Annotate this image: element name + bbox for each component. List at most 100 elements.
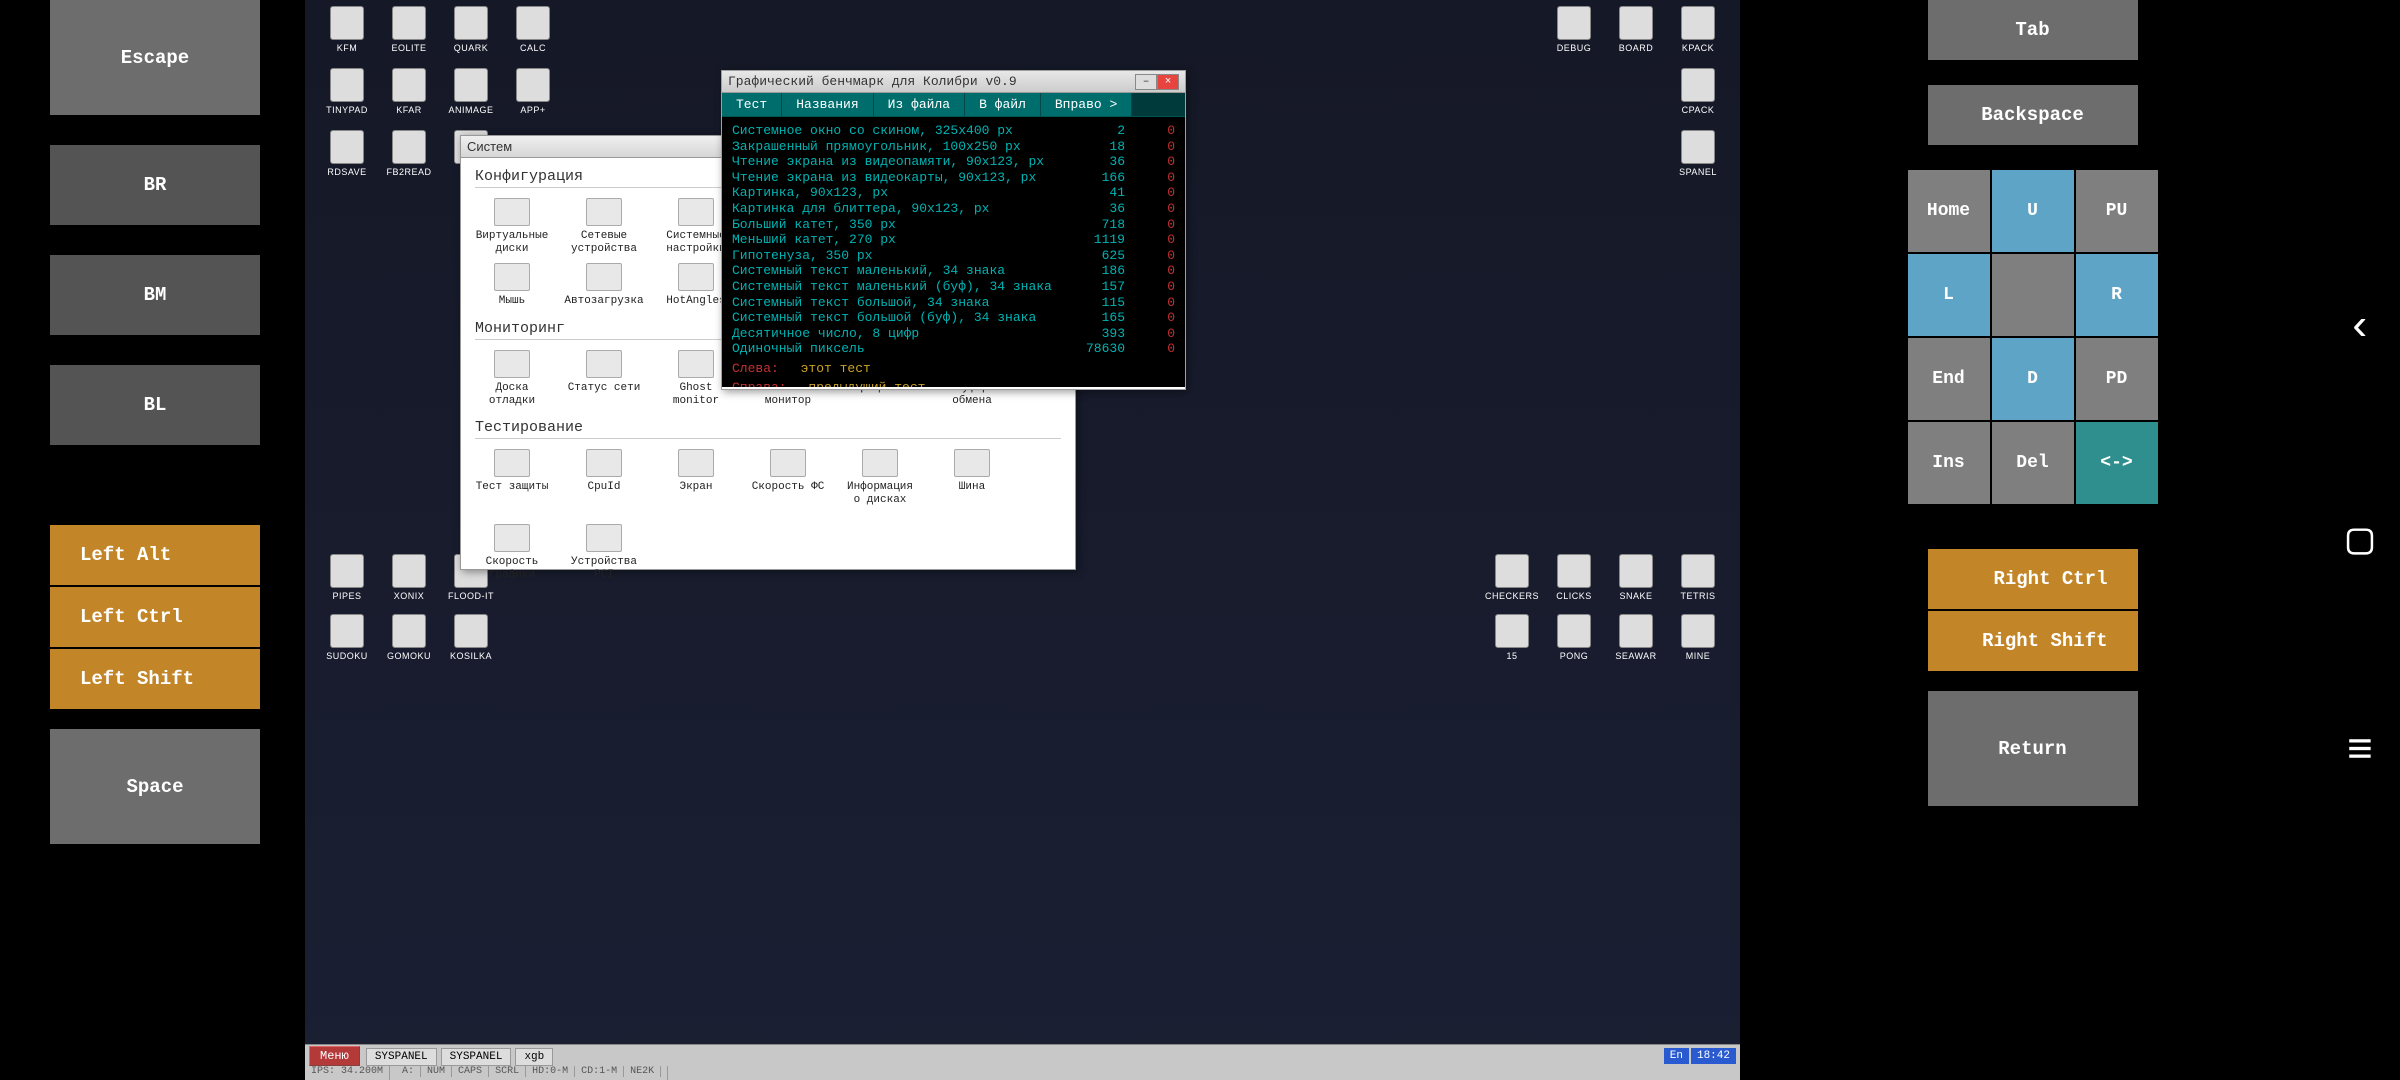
config-item-label: Экран [679,481,712,494]
nav-grid-key[interactable]: R [2076,254,2158,336]
desktop-icon[interactable]: QUARK [441,6,501,53]
benchmark-tab[interactable]: Вправо > [1041,93,1132,116]
nav-grid-key[interactable]: PU [2076,170,2158,252]
back-icon[interactable]: ‹ [2347,303,2373,353]
config-item-label: Виртуальные диски [475,230,549,255]
desktop-icon[interactable]: APP+ [503,68,563,115]
desktop-icon[interactable]: SNAKE [1606,554,1666,601]
square-icon[interactable]: ▢ [2347,513,2374,567]
benchmark-window-title[interactable]: Графический бенчмарк для Колибри v0.9 [728,74,1017,89]
bm-key[interactable]: BM [50,255,260,335]
desktop-icon[interactable]: EOLITE [379,6,439,53]
desktop-icon[interactable]: CLICKS [1544,554,1604,601]
icon-label: TINYPAD [326,105,368,115]
config-item[interactable]: Экран [659,449,733,506]
config-item[interactable]: Сетевые устройства [567,198,641,255]
nav-grid-key[interactable]: Home [1908,170,1990,252]
nav-grid-key[interactable]: Del [1992,422,2074,504]
nav-grid-key[interactable]: U [1992,170,2074,252]
config-item[interactable]: Статус сети [567,350,641,407]
right-shift-key[interactable]: Right Shift [1928,611,2138,671]
icon-label: KPACK [1682,43,1714,53]
backspace-key[interactable]: Backspace [1928,85,2138,145]
benchmark-tab[interactable]: Из файла [874,93,965,116]
menu-button[interactable]: Меню [309,1046,360,1066]
statusbar-cell: CAPS [452,1066,489,1077]
icon-label: APP+ [520,105,545,115]
bl-key[interactable]: BL [50,365,260,445]
config-item-label: Сетевые устройства [567,230,641,255]
desktop-icon[interactable]: KFAR [379,68,439,115]
desktop-icon[interactable]: CALC [503,6,563,53]
minimize-button[interactable]: – [1135,74,1157,90]
benchmark-window[interactable]: Графический бенчмарк для Колибри v0.9 – … [721,70,1186,390]
right-ctrl-key[interactable]: Right Ctrl [1928,549,2138,609]
nav-grid-key[interactable]: D [1992,338,2074,420]
desktop-icon[interactable]: KPACK [1668,6,1728,53]
desktop-icon[interactable]: SPANEL [1668,130,1728,177]
desktop-icon[interactable]: FB2READ [379,130,439,177]
br-key[interactable]: BR [50,145,260,225]
config-item[interactable]: Скорость графики [475,524,549,581]
config-item-icon [494,449,530,477]
icon-label: KOSILKA [450,651,492,661]
desktop-icon[interactable]: SEAWAR [1606,614,1666,661]
desktop-icon[interactable]: CPACK [1668,68,1728,115]
desktop-icon[interactable]: SUDOKU [317,614,377,661]
desktop-icon[interactable]: KFM [317,6,377,53]
desktop-icon[interactable]: DEBUG [1544,6,1604,53]
config-item[interactable]: Скорость ФС [751,449,825,506]
icon-label: EOLITE [391,43,426,53]
desktop-icon[interactable]: GOMOKU [379,614,439,661]
config-item[interactable]: Виртуальные диски [475,198,549,255]
icon-label: KFAR [396,105,422,115]
nav-grid-key[interactable]: L [1908,254,1990,336]
nav-grid-key[interactable]: PD [2076,338,2158,420]
desktop-icon[interactable]: MINE [1668,614,1728,661]
nav-grid-key[interactable]: End [1908,338,1990,420]
benchmark-tab[interactable]: Названия [782,93,873,116]
desktop-icon[interactable]: CHECKERS [1482,554,1542,601]
desktop-icon[interactable]: TETRIS [1668,554,1728,601]
config-item[interactable]: Доска отладки [475,350,549,407]
config-item[interactable]: CpuId [567,449,641,506]
desktop-icon[interactable]: XONIX [379,554,439,601]
language-indicator[interactable]: En [1664,1048,1689,1064]
config-item[interactable]: Шина [935,449,1009,506]
left-ctrl-key[interactable]: Left Ctrl [50,587,260,647]
taskbar-button[interactable]: SYSPANEL [366,1048,437,1066]
desktop-icon[interactable]: TINYPAD [317,68,377,115]
escape-key[interactable]: Escape [50,0,260,115]
nav-grid-key[interactable]: <-> [2076,422,2158,504]
config-item[interactable]: Устройства PCI [567,524,641,581]
nav-grid-key[interactable]: Ins [1908,422,1990,504]
testing-grid: Тест защиты CpuId Экран Скорость ФС Информац… [475,449,1061,582]
app-icon [330,554,364,588]
close-button[interactable]: × [1157,74,1179,90]
legend-right-label: Справа: [732,380,787,387]
benchmark-tab[interactable]: Тест [722,93,782,116]
desktop-icon[interactable]: PIPES [317,554,377,601]
desktop-icon[interactable]: 15 [1482,614,1542,661]
config-item[interactable]: Информация о дисках [843,449,917,506]
space-key[interactable]: Space [50,729,260,844]
desktop-icon[interactable]: KOSILKA [441,614,501,661]
desktop[interactable]: KFM EOLITE QUARKCALC DEBUGBOARD KPACK TINYP… [305,0,1740,1080]
left-alt-key[interactable]: Left Alt [50,525,260,585]
config-item[interactable]: Мышь [475,263,549,308]
left-shift-key[interactable]: Left Shift [50,649,260,709]
config-item[interactable]: Тест защиты [475,449,549,506]
return-key[interactable]: Return [1928,691,2138,806]
nav-grid-key[interactable] [1992,254,2074,336]
desktop-icon[interactable]: ANIMAGE [441,68,501,115]
taskbar-button[interactable]: xgb [515,1048,553,1066]
desktop-icon[interactable]: PONG [1544,614,1604,661]
desktop-icon[interactable]: RDSAVE [317,130,377,177]
menu-icon[interactable]: ≡ [2347,727,2373,777]
desktop-icon[interactable]: BOARD [1606,6,1666,53]
tab-key[interactable]: Tab [1928,0,2138,60]
config-item[interactable]: Автозагрузка [567,263,641,308]
benchmark-tab[interactable]: В файл [965,93,1041,116]
config-item-label: Информация о дисках [843,481,917,506]
taskbar-button[interactable]: SYSPANEL [441,1048,512,1066]
